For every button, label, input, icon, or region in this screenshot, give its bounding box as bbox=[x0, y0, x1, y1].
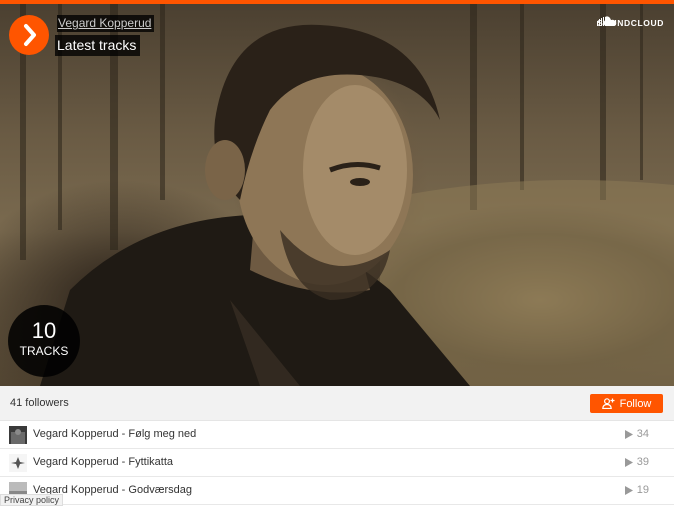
play-count: 19 bbox=[624, 484, 649, 496]
user-name-link[interactable]: Vegard Kopperud bbox=[57, 15, 155, 32]
follow-button-label: Follow bbox=[619, 397, 652, 410]
follow-button[interactable]: Follow bbox=[590, 394, 663, 413]
track-thumbnail bbox=[9, 454, 27, 472]
track-title: Vegard Kopperud - Fyttikatta bbox=[33, 456, 174, 468]
play-count-value: 39 bbox=[636, 456, 649, 468]
track-item[interactable]: Vegard Kopperud - Fyttikatta 39 bbox=[0, 449, 674, 477]
soundcloud-widget: Vegard Kopperud Latest tracks SOUNDCLOUD… bbox=[0, 0, 674, 506]
followers-count: 41 followers bbox=[10, 397, 69, 409]
privacy-policy-link[interactable]: Privacy policy bbox=[0, 494, 64, 506]
artwork-illustration bbox=[20, 0, 674, 386]
play-count-icon bbox=[624, 457, 633, 467]
play-count-value: 19 bbox=[636, 484, 649, 496]
play-count: 39 bbox=[624, 456, 649, 468]
track-count-badge: 10 TRACKS bbox=[8, 305, 80, 377]
track-item[interactable]: Vegard Kopperud - Følg meg ned 34 bbox=[0, 421, 674, 449]
track-list: Vegard Kopperud - Følg meg ned 34 Vegard… bbox=[0, 421, 674, 505]
play-button[interactable] bbox=[9, 15, 49, 55]
add-user-icon bbox=[601, 398, 615, 409]
play-count-icon bbox=[624, 485, 633, 495]
track-count-number: 10 bbox=[31, 318, 57, 343]
play-count-icon bbox=[624, 429, 633, 439]
track-item[interactable]: Vegard Kopperud - Godværsdag 19 bbox=[0, 477, 674, 505]
track-thumbnail bbox=[9, 426, 27, 444]
soundcloud-logo[interactable]: SOUNDCLOUD bbox=[597, 16, 664, 30]
widget-footer: 41 followers Follow bbox=[0, 386, 674, 421]
play-count-value: 34 bbox=[636, 428, 649, 440]
soundcloud-cloud-icon bbox=[597, 16, 617, 26]
top-accent-bar bbox=[0, 0, 674, 4]
set-title: Latest tracks bbox=[55, 35, 141, 56]
track-count-label: TRACKS bbox=[19, 344, 69, 358]
artwork: Vegard Kopperud Latest tracks SOUNDCLOUD… bbox=[0, 0, 674, 386]
play-count: 34 bbox=[624, 428, 649, 440]
track-title: Vegard Kopperud - Følg meg ned bbox=[33, 428, 197, 440]
play-icon bbox=[24, 24, 36, 46]
